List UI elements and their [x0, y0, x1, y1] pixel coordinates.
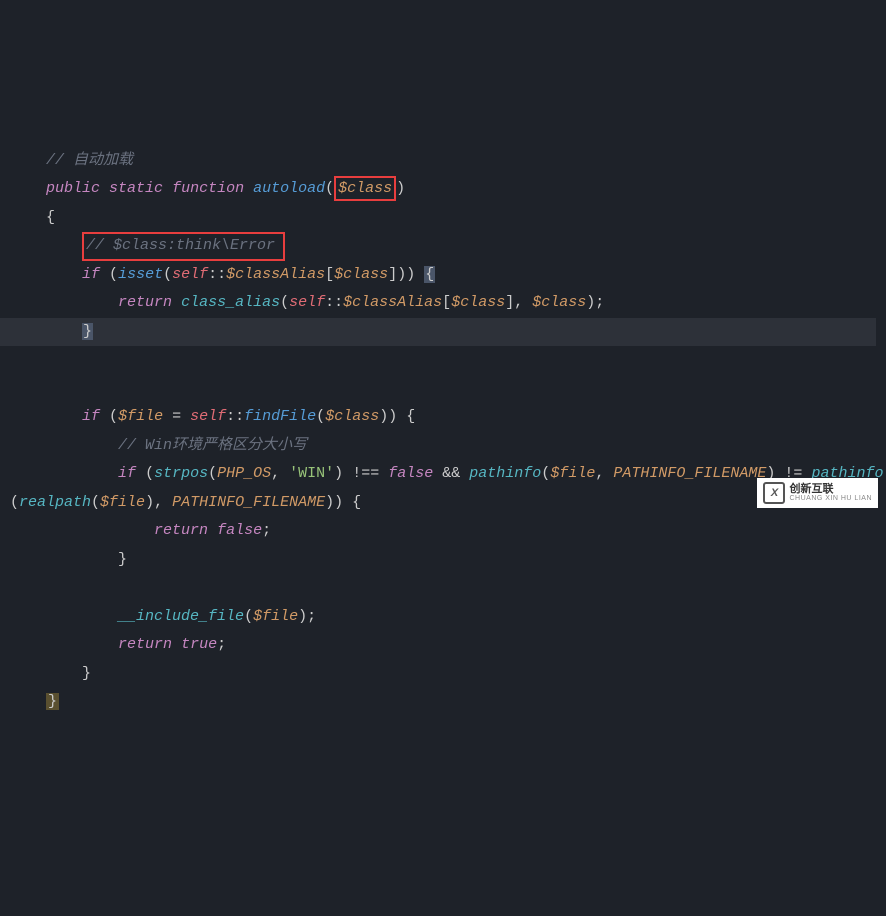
variable: $class	[334, 266, 388, 283]
bool: false	[217, 522, 262, 539]
brace: {	[46, 209, 55, 226]
comment: // Win环境严格区分大小写	[118, 437, 307, 454]
logo-icon: X	[763, 482, 785, 504]
self: self	[289, 294, 325, 311]
variable: $class	[451, 294, 505, 311]
function-name: autoload	[253, 180, 325, 197]
code-line: }	[10, 665, 91, 682]
string: 'WIN'	[289, 465, 334, 482]
code-line: if ($file = self::findFile($class)) {	[10, 408, 415, 425]
logo-en: CHUANG XIN HU LIAN	[789, 495, 872, 503]
keyword-static: static	[109, 180, 163, 197]
keyword-return: return	[154, 522, 208, 539]
isset: isset	[118, 266, 163, 283]
static-var: $classAlias	[226, 266, 325, 283]
keyword-if: if	[82, 408, 100, 425]
code-line-active: }	[0, 318, 876, 347]
code-line: public static function autoload($class)	[10, 180, 405, 197]
function-call: class_alias	[181, 294, 280, 311]
bool: false	[388, 465, 433, 482]
variable: $class	[338, 180, 392, 197]
brace-matched: }	[46, 693, 59, 710]
comment: // 自动加载	[46, 152, 133, 169]
function-call: __include_file	[118, 608, 244, 625]
logo-cn: 创新互联	[789, 483, 872, 495]
code-line: // Win环境严格区分大小写	[10, 437, 307, 454]
watermark-logo: X 创新互联 CHUANG XIN HU LIAN	[757, 478, 878, 508]
code-line: (realpath($file), PATHINFO_FILENAME)) {	[10, 494, 361, 511]
keyword-if: if	[118, 465, 136, 482]
variable: $file	[550, 465, 595, 482]
keyword-if: if	[82, 266, 100, 283]
code-line: return class_alias(self::$classAlias[$cl…	[10, 294, 604, 311]
code-line: return true;	[10, 636, 226, 653]
function-call: pathinfo	[469, 465, 541, 482]
variable: $file	[100, 494, 145, 511]
keyword-return: return	[118, 294, 172, 311]
brace-cursor: }	[82, 323, 93, 340]
code-line: }	[10, 693, 59, 710]
code-editor[interactable]: // 自动加载 public static function autoload(…	[0, 114, 886, 717]
code-line: // $class:think\Error	[10, 237, 285, 254]
self: self	[172, 266, 208, 283]
code-line: return false;	[10, 522, 271, 539]
code-line: {	[10, 209, 55, 226]
method-call: findFile	[244, 408, 316, 425]
brace-highlighted: {	[424, 266, 435, 283]
variable: $class	[325, 408, 379, 425]
logo-text: 创新互联 CHUANG XIN HU LIAN	[789, 483, 872, 503]
keyword-public: public	[46, 180, 100, 197]
highlight-box-param: $class	[334, 176, 396, 201]
function-call: strpos	[154, 465, 208, 482]
variable: $class	[532, 294, 586, 311]
code-line	[10, 579, 19, 596]
constant: PATHINFO_FILENAME	[613, 465, 766, 482]
function-call: realpath	[19, 494, 91, 511]
static-var: $classAlias	[343, 294, 442, 311]
paren: (	[325, 180, 334, 197]
comment: // $class:think\Error	[86, 237, 275, 254]
code-line: // 自动加载	[10, 152, 133, 169]
self: self	[190, 408, 226, 425]
constant: PATHINFO_FILENAME	[172, 494, 325, 511]
code-line: }	[10, 551, 127, 568]
code-line: __include_file($file);	[10, 608, 316, 625]
constant: PHP_OS	[217, 465, 271, 482]
code-line: if (isset(self::$classAlias[$class])) {	[10, 266, 435, 283]
highlight-box-comment: // $class:think\Error	[82, 232, 285, 261]
keyword-return: return	[118, 636, 172, 653]
code-line	[10, 380, 19, 397]
variable: $file	[253, 608, 298, 625]
code-line: if (strpos(PHP_OS, 'WIN') !== false && p…	[10, 465, 883, 482]
paren: )	[396, 180, 405, 197]
keyword-function: function	[172, 180, 244, 197]
bool: true	[181, 636, 217, 653]
variable: $file	[118, 408, 163, 425]
brace: }	[118, 551, 127, 568]
brace: }	[82, 665, 91, 682]
